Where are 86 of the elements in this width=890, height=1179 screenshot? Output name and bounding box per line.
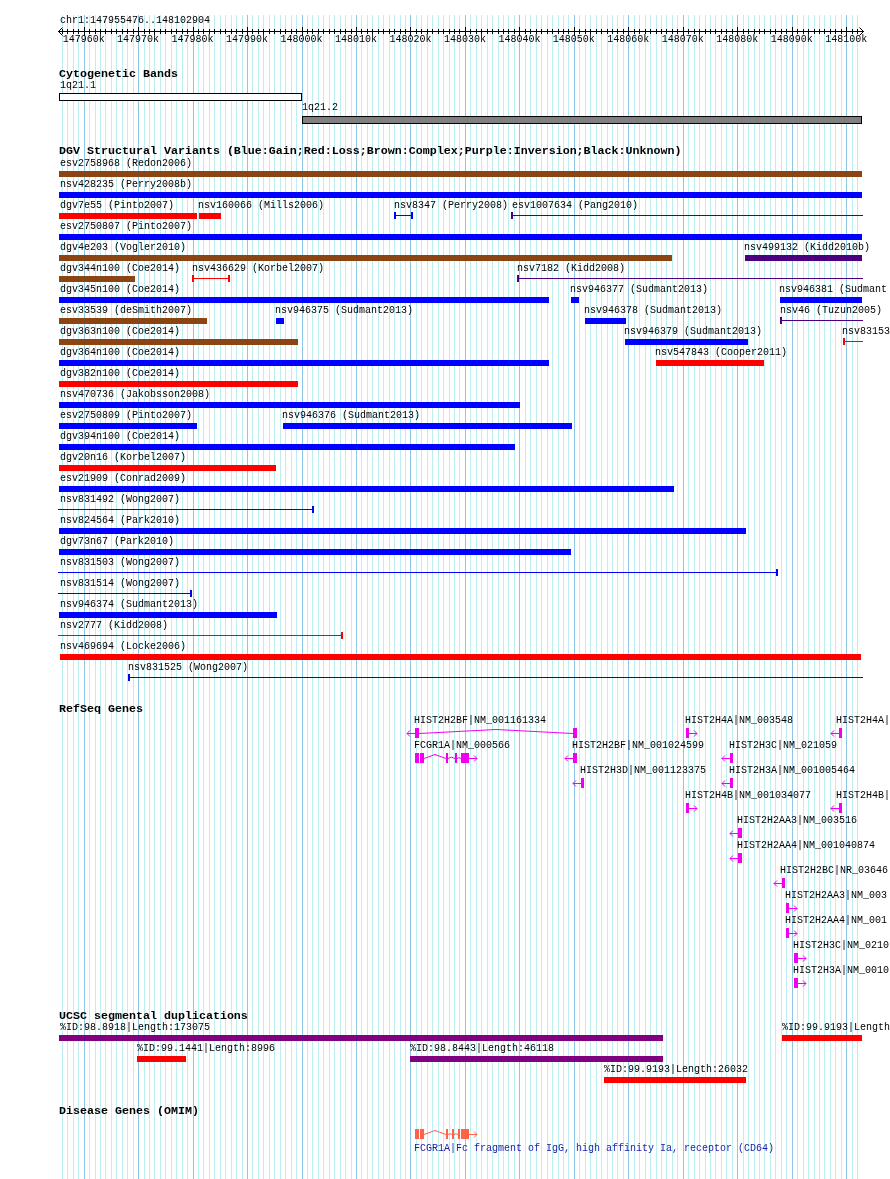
gene-label: HIST2H3A|NM_0010 bbox=[793, 965, 889, 977]
variant-label: dgv345n100 (Coe2014) bbox=[60, 284, 181, 296]
variant-label: nsv831503 (Wong2007) bbox=[60, 557, 181, 569]
variant-label: nsv46 (Tuzun2005) bbox=[780, 305, 883, 317]
gene-label: HIST2H2AA3|NM_003516 bbox=[737, 815, 858, 827]
tick-label: 148010k bbox=[334, 34, 377, 46]
tick-label: 148070k bbox=[661, 34, 704, 46]
track-title: RefSeq Genes bbox=[59, 703, 143, 715]
variant-label: nsv499132 (Kidd2010b) bbox=[744, 242, 871, 254]
region-label: chr1:147955476..148102904 bbox=[60, 15, 211, 27]
variant-label: nsv547843 (Cooper2011) bbox=[655, 347, 788, 359]
variant-label: esv2758968 (Redon2006) bbox=[60, 158, 193, 170]
track-title: UCSC segmental duplications bbox=[59, 1010, 248, 1022]
variant-label: nsv831525 (Wong2007) bbox=[128, 662, 249, 674]
variant-label: esv33539 (deSmith2007) bbox=[60, 305, 193, 317]
variant-label: nsv7182 (Kidd2008) bbox=[517, 263, 626, 275]
variant-label: dgv344n100 (Coe2014) bbox=[60, 263, 181, 275]
variant-label: nsv83153 bbox=[842, 326, 890, 338]
variant-label: nsv160066 (Mills2006) bbox=[198, 200, 325, 212]
tick-label: 147980k bbox=[171, 34, 214, 46]
cytoband-label: 1q21.2 bbox=[302, 102, 338, 114]
tick-label: 148020k bbox=[389, 34, 432, 46]
track-title: Disease Genes (OMIM) bbox=[59, 1105, 199, 1117]
variant-label: dgv73n67 (Park2010) bbox=[60, 536, 175, 548]
variant-label: esv21909 (Conrad2009) bbox=[60, 473, 187, 485]
variant-label: nsv831514 (Wong2007) bbox=[60, 578, 181, 590]
tick-label: 148100k bbox=[825, 34, 868, 46]
gene-label: HIST2H2AA4|NM_001040874 bbox=[737, 840, 876, 852]
variant-label: nsv946378 (Sudmant2013) bbox=[584, 305, 723, 317]
variant-label: nsv8347 (Perry2008) bbox=[394, 200, 509, 212]
variant-label: esv1007634 (Pang2010) bbox=[512, 200, 639, 212]
variant-label: nsv946379 (Sudmant2013) bbox=[624, 326, 763, 338]
variant-label: dgv7e55 (Pinto2007) bbox=[60, 200, 175, 212]
variant-label: dgv364n100 (Coe2014) bbox=[60, 347, 181, 359]
variant-label: dgv20n16 (Korbel2007) bbox=[60, 452, 187, 464]
tick-label: 148040k bbox=[498, 34, 541, 46]
duplication-label: %ID:99.9193|Length bbox=[782, 1022, 890, 1034]
variant-label: nsv2777 (Kidd2008) bbox=[60, 620, 169, 632]
variant-label: esv2750809 (Pinto2007) bbox=[60, 410, 193, 422]
cytoband-label: 1q21.1 bbox=[60, 80, 96, 92]
tick-label: 148050k bbox=[552, 34, 595, 46]
variant-label: nsv470736 (Jakobsson2008) bbox=[60, 389, 211, 401]
track-title: Cytogenetic Bands bbox=[59, 68, 178, 80]
duplication-label: %ID:99.1441|Length:8996 bbox=[137, 1043, 276, 1055]
variant-label: nsv469694 (Locke2006) bbox=[60, 641, 187, 653]
gene-label: HIST2H4B| bbox=[836, 790, 890, 802]
gene-label: HIST2H3C|NM_0210 bbox=[793, 940, 889, 952]
variant-label: nsv436629 (Korbel2007) bbox=[192, 263, 325, 275]
variant-label: nsv946377 (Sudmant2013) bbox=[570, 284, 709, 296]
disease-gene-label: FCGR1A|Fc fragment of IgG, high affinity Ia, receptor (CD64) bbox=[414, 1143, 775, 1155]
gene-label: HIST2H2BC|NR_03646 bbox=[780, 865, 889, 877]
gene-label: FCGR1A|NM_000566 bbox=[414, 740, 510, 752]
tick-label: 148080k bbox=[716, 34, 759, 46]
variant-label: dgv382n100 (Coe2014) bbox=[60, 368, 181, 380]
tick-label: 148090k bbox=[770, 34, 813, 46]
variant-label: esv2750807 (Pinto2007) bbox=[60, 221, 193, 233]
gene-label: HIST2H2AA4|NM_001 bbox=[785, 915, 888, 927]
variant-label: dgv4e203 (Vogler2010) bbox=[60, 242, 187, 254]
variant-label: nsv946375 (Sudmant2013) bbox=[275, 305, 414, 317]
tick-label: 148060k bbox=[607, 34, 650, 46]
gene-label: HIST2H4B|NM_001034077 bbox=[685, 790, 812, 802]
gene-label: HIST2H2AA3|NM_003 bbox=[785, 890, 888, 902]
track-title: DGV Structural Variants (Blue:Gain;Red:Loss;Brown:Complex;Purple:Inversion;Black:Unknown) bbox=[59, 145, 682, 157]
variant-label: dgv394n100 (Coe2014) bbox=[60, 431, 181, 443]
variant-label: nsv946374 (Sudmant2013) bbox=[60, 599, 199, 611]
gene-label: HIST2H3A|NM_001005464 bbox=[729, 765, 856, 777]
tick-label: 147990k bbox=[226, 34, 269, 46]
variant-label: nsv831492 (Wong2007) bbox=[60, 494, 181, 506]
gene-label: HIST2H4A|NM_003548 bbox=[685, 715, 794, 727]
gene-label: HIST2H2BF|NM_001024599 bbox=[572, 740, 705, 752]
variant-label: nsv946376 (Sudmant2013) bbox=[282, 410, 421, 422]
tick-label: 148000k bbox=[280, 34, 323, 46]
duplication-label: %ID:98.8918|Length:173075 bbox=[60, 1022, 211, 1034]
duplication-label: %ID:99.9193|Length:26032 bbox=[604, 1064, 749, 1076]
duplication-label: %ID:98.8443|Length:46118 bbox=[410, 1043, 555, 1055]
variant-label: nsv824564 (Park2010) bbox=[60, 515, 181, 527]
tick-label: 147960k bbox=[62, 34, 105, 46]
variant-label: nsv428235 (Perry2008b) bbox=[60, 179, 193, 191]
variant-label: dgv363n100 (Coe2014) bbox=[60, 326, 181, 338]
gene-label: HIST2H4A| bbox=[836, 715, 890, 727]
gene-label: HIST2H3D|NM_001123375 bbox=[580, 765, 707, 777]
variant-label: nsv946381 (Sudmant bbox=[779, 284, 888, 296]
gene-label: HIST2H2BF|NM_001161334 bbox=[414, 715, 547, 727]
gene-label: HIST2H3C|NM_021059 bbox=[729, 740, 838, 752]
tick-label: 148030k bbox=[443, 34, 486, 46]
tick-label: 147970k bbox=[117, 34, 160, 46]
